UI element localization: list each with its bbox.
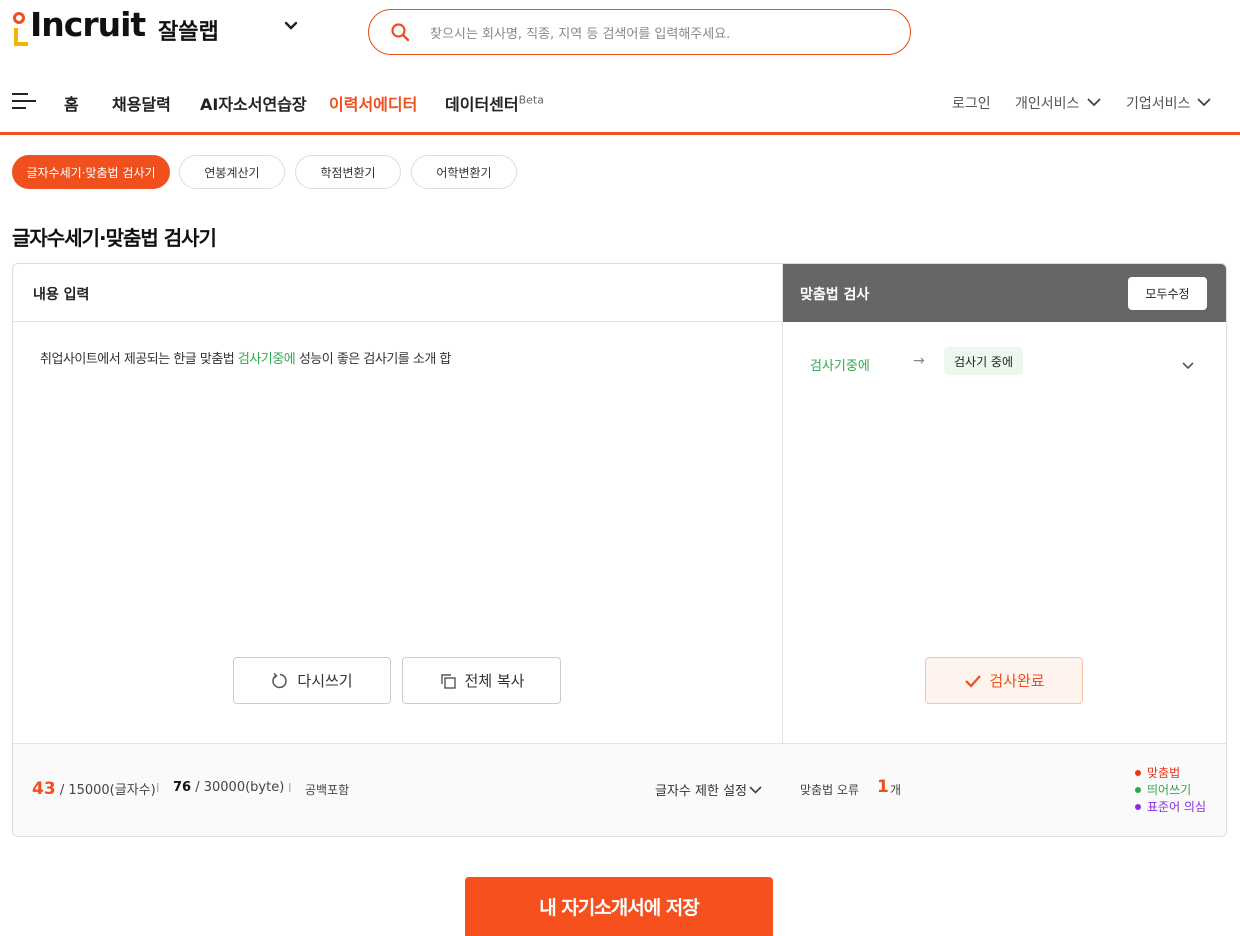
save-to-cover-letter-button[interactable]: 내 자기소개서에 저장: [465, 877, 773, 936]
personal-services-menu[interactable]: 개인서비스: [1015, 93, 1079, 113]
char-limit-setting[interactable]: 글자수 제한 설정: [655, 780, 747, 799]
service-name[interactable]: 잘쓸랩: [158, 14, 219, 46]
editor-text-before: 취업사이트에서 제공되는 한글 맞춤법: [40, 352, 238, 367]
logo-dot-icon: [13, 12, 25, 24]
logo-text[interactable]: Incruit: [30, 5, 146, 44]
char-count-value: 43: [32, 779, 56, 799]
hamburger-menu-icon[interactable]: [12, 92, 36, 110]
error-label: 맞춤법 오류: [800, 783, 860, 797]
chevron-down-icon[interactable]: [1181, 359, 1195, 373]
char-count-limit: / 15000(글자수): [59, 783, 156, 798]
correction-suggestion[interactable]: 검사기 중에: [944, 347, 1024, 375]
arrow-right-icon: →: [913, 353, 925, 369]
tab-spellcheck[interactable]: 글자수세기·맞춤법 검사기: [12, 155, 170, 189]
check-complete-button[interactable]: 검사완료: [925, 657, 1083, 704]
legend-label: 띄어쓰기: [1147, 783, 1192, 797]
search-placeholder: 찾으시는 회사명, 직종, 지역 등 검색어를 입력해주세요.: [430, 27, 731, 42]
legend-dot: [1135, 786, 1141, 793]
error-summary-footer: 맞춤법 오류 1 개 맞춤법 띄어쓰기 표준어 의심: [782, 743, 1226, 836]
copy-all-button[interactable]: 전체 복사: [402, 657, 561, 704]
chevron-down-icon[interactable]: [283, 18, 299, 34]
tab-gpa-converter[interactable]: 학점변환기: [295, 155, 401, 189]
error-highlight[interactable]: 검사기중에: [238, 352, 296, 367]
byte-count: 76 / 30000(byte): [173, 780, 284, 795]
beta-badge: Beta: [518, 93, 544, 107]
copy-icon: [440, 673, 456, 689]
char-count: 43 / 15000(글자수): [32, 779, 156, 799]
legend-dot: [1135, 803, 1141, 810]
spellcheck-header-label: 맞춤법 검사: [800, 287, 870, 303]
legend-label: 맞춤법: [1147, 766, 1181, 780]
legend-label: 표준어 의심: [1147, 800, 1207, 814]
tab-language-converter[interactable]: 어학변환기: [411, 155, 517, 189]
nav-item-data-center[interactable]: 데이터센터Beta: [445, 91, 544, 115]
legend-standard-suspect: 표준어 의심: [1135, 798, 1206, 815]
separator: I: [288, 781, 292, 795]
separator: I: [156, 781, 160, 795]
space-included-note: 공백포함: [305, 783, 350, 797]
page-title: 글자수세기·맞춤법 검사기: [12, 226, 217, 250]
nav-item-ai-cover-letter[interactable]: AI자소서연습장: [200, 91, 307, 115]
error-count: 1: [877, 777, 889, 797]
tab-salary-calculator[interactable]: 연봉계산기: [179, 155, 285, 189]
logo-bracket-icon: [14, 28, 28, 46]
spellcheck-header: 맞춤법 검사 모두수정: [782, 264, 1226, 322]
corporate-services-menu[interactable]: 기업서비스: [1126, 93, 1190, 113]
nav-divider: [0, 132, 1240, 135]
nav-item-recruit-calendar[interactable]: 채용달력: [112, 91, 171, 115]
checkmark-icon: [965, 674, 982, 688]
legend-dot: [1135, 769, 1141, 776]
editor-textarea[interactable]: 취업사이트에서 제공되는 한글 맞춤법 검사기중에 성능이 좋은 검사기를 소개…: [40, 348, 451, 367]
count-footer: 43 / 15000(글자수) I 76 / 30000(byte) I 공백포…: [13, 743, 782, 836]
login-link[interactable]: 로그인: [952, 93, 991, 113]
nav-item-home[interactable]: 홈: [64, 91, 79, 115]
byte-count-value: 76: [173, 780, 192, 795]
legend-spelling: 맞춤법: [1135, 764, 1180, 781]
chevron-down-icon[interactable]: [1196, 95, 1212, 109]
copy-all-label: 전체 복사: [464, 672, 525, 690]
error-unit: 개: [890, 783, 902, 797]
chevron-down-icon[interactable]: [1086, 95, 1102, 109]
byte-count-limit: / 30000(byte): [195, 780, 285, 795]
fix-all-button[interactable]: 모두수정: [1128, 277, 1207, 310]
rewrite-button[interactable]: 다시쓰기: [233, 657, 391, 704]
search-icon[interactable]: [390, 22, 410, 42]
rewrite-label: 다시쓰기: [297, 672, 353, 690]
nav-item-label: 데이터센터: [445, 95, 519, 114]
checker-panel: 내용 입력 맞춤법 검사 모두수정 취업사이트에서 제공되는 한글 맞춤법 검사…: [12, 263, 1227, 837]
correction-original: 검사기중에: [810, 359, 870, 374]
editor-header-label: 내용 입력: [33, 287, 90, 303]
check-complete-label: 검사완료: [989, 672, 1045, 690]
editor-header: 내용 입력: [13, 264, 782, 322]
nav-item-resume-editor[interactable]: 이력서에디터: [329, 91, 417, 115]
refresh-icon: [272, 672, 288, 688]
editor-text-after: 성능이 좋은 검사기를 소개 합: [295, 352, 452, 367]
chevron-down-icon[interactable]: [749, 784, 762, 796]
legend-spacing: 띄어쓰기: [1135, 781, 1191, 798]
correction-item[interactable]: 검사기중에 → 검사기 중에: [782, 344, 1226, 384]
